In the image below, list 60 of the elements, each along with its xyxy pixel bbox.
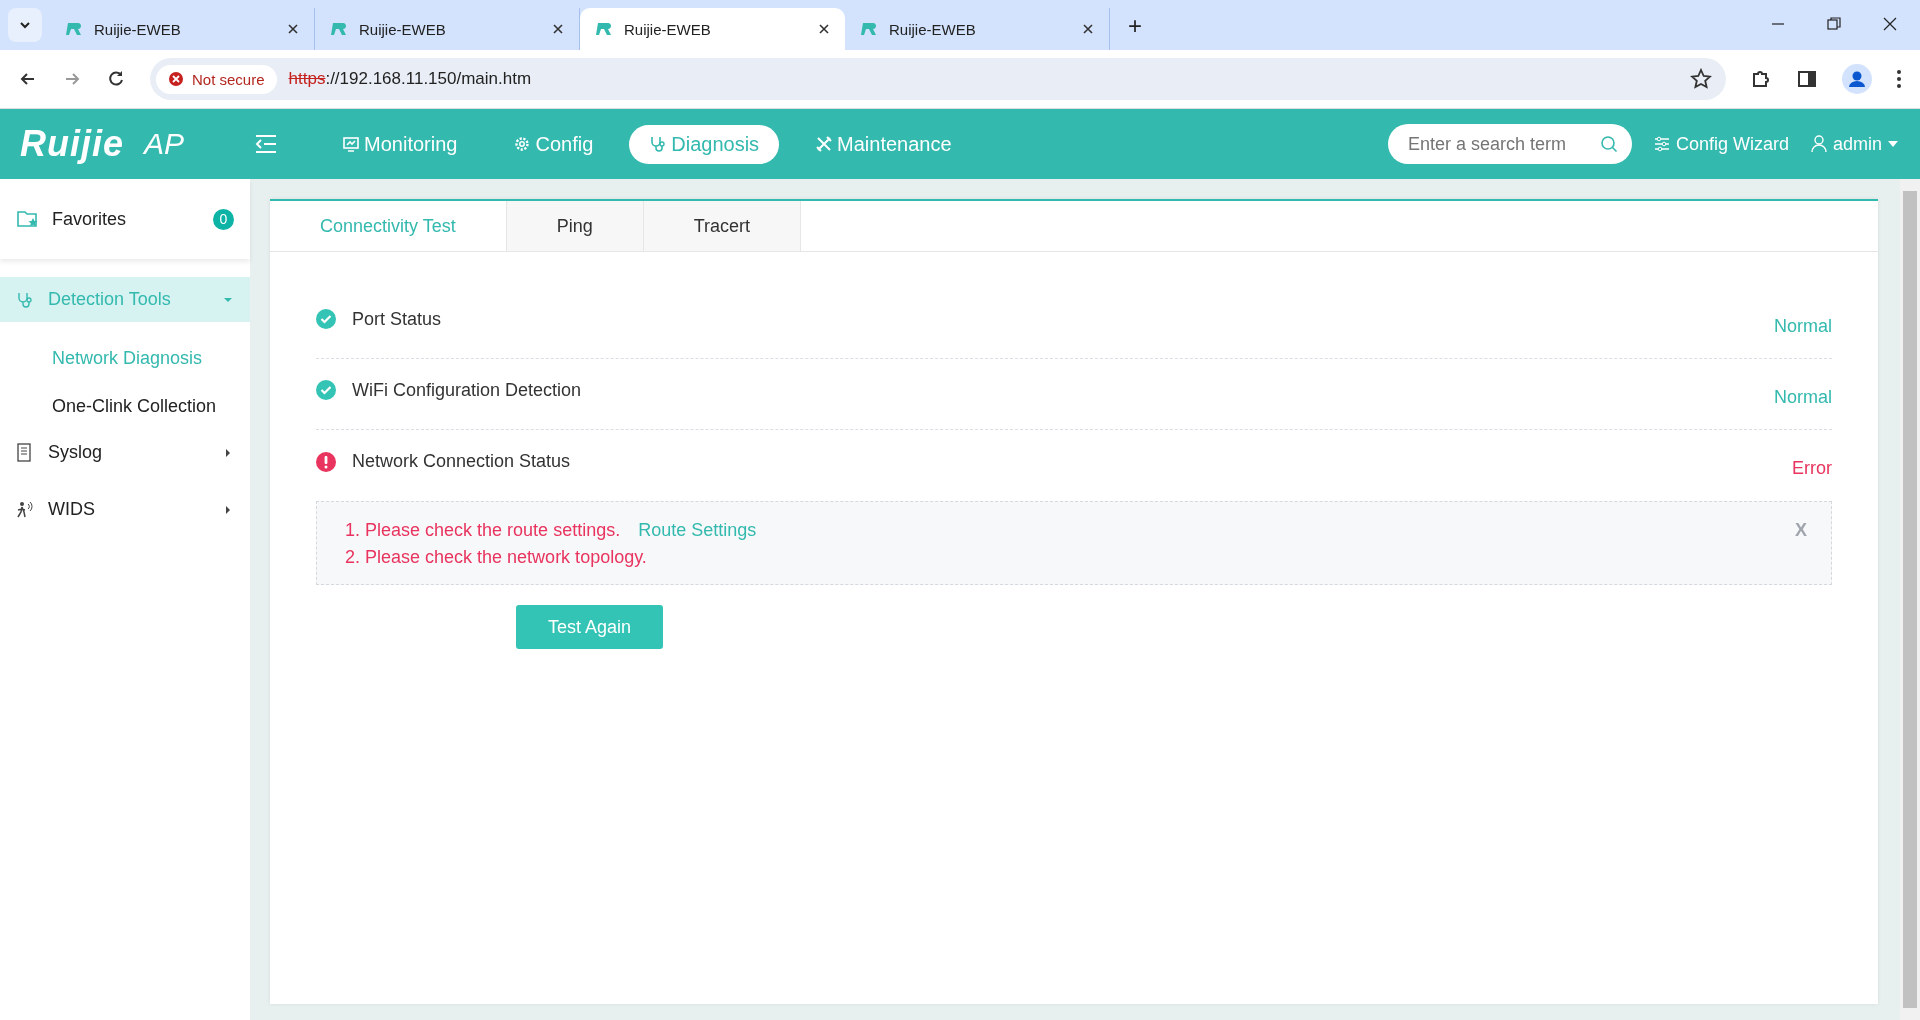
reload-icon[interactable] [106,69,126,89]
error-icon [168,71,184,87]
user-icon [1810,135,1827,153]
check-name: WiFi Configuration Detection [352,379,582,401]
caret-icon [1888,141,1898,147]
logo-icon [64,21,84,37]
person-signal-icon [16,500,34,519]
more-icon[interactable] [1896,68,1902,90]
product-name: AP [144,127,185,161]
profile-avatar-icon[interactable] [1842,64,1872,94]
tab-title: Ruijie-EWEB [624,20,712,38]
caret-icon [224,295,232,304]
check-result: Error [1792,457,1832,479]
log-icon [16,442,34,463]
monitor-icon [342,135,361,153]
sidebar-subitem[interactable]: One-Clink Collection [0,382,250,430]
restore-icon[interactable] [1826,16,1842,32]
folder-star-icon [16,209,40,229]
caret-icon [224,505,232,514]
sidebar-item[interactable]: WIDS [0,487,250,532]
logo-icon [329,21,349,37]
close-icon[interactable] [1882,16,1898,32]
caret-icon [224,448,232,457]
tab-title: Ruijie-EWEB [94,20,182,38]
tab[interactable]: Ping [506,201,644,251]
url-text: https://192.168.11.150/main.htm [288,69,532,89]
close-icon[interactable] [551,22,565,36]
check-result: Normal [1774,385,1832,408]
count-badge: 0 [213,208,234,230]
tab-title: Ruijie-EWEB [359,20,447,38]
gear-icon [513,135,532,153]
side-panel-icon[interactable] [1796,68,1818,90]
sliders-icon [1653,136,1670,152]
brand-logo: Ruijie [20,123,124,165]
search-field[interactable]: Enter a search term [1387,124,1632,164]
scrollbar[interactable] [1900,179,1920,1020]
close-icon[interactable] [286,22,300,36]
puzzle-icon[interactable] [1750,68,1772,90]
tab-search-button[interactable] [8,8,42,42]
tools-icon [815,135,834,153]
tab-title: Ruijie-EWEB [889,20,977,38]
error-message: 2. Please check the network topology. [345,547,647,568]
new-tab-button[interactable]: + [1128,12,1142,40]
logo-icon [859,21,879,37]
browser-tab[interactable]: Ruijie-EWEB [580,8,845,50]
check-name: Network Connection Status [352,451,571,472]
favorites-label[interactable]: Favorites [52,208,201,230]
close-icon[interactable] [1081,22,1095,36]
error-message: 1. Please check the route settings. [345,520,621,541]
address-bar[interactable]: Not secure https://192.168.11.150/main.htm [150,58,1726,100]
logo-icon [594,21,614,37]
stethoscope-icon [649,135,668,153]
sidebar-item[interactable]: Syslog [0,430,250,475]
close-icon[interactable] [817,22,831,36]
tab[interactable]: Tracert [643,201,802,251]
stethoscope-icon [16,290,34,309]
star-icon[interactable] [1690,68,1712,90]
security-badge[interactable]: Not secure [156,64,277,94]
check-name: Port Status [352,308,442,330]
check-result: Normal [1774,314,1832,337]
